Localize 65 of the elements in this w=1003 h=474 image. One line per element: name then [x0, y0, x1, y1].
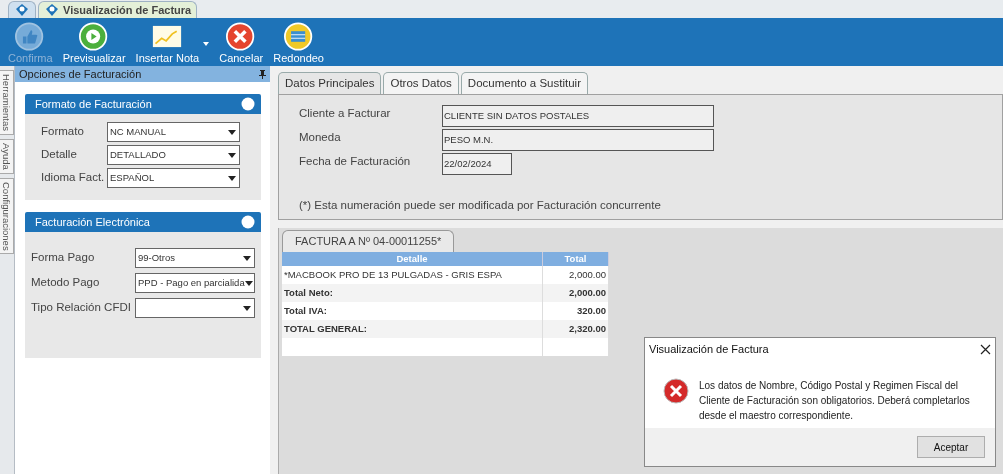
tab[interactable]: FACTURA A Nº 04-00011255* — [282, 230, 455, 252]
caret-icon — [245, 280, 254, 286]
coins-icon — [283, 22, 314, 51]
panel-title: Opciones de Facturación — [19, 66, 142, 82]
circle-icon — [241, 215, 255, 229]
window-tab[interactable] — [8, 1, 36, 18]
field-label: Idioma Fact. — [41, 170, 106, 186]
field-label: Fecha de Facturación — [299, 154, 412, 170]
field-label: Cliente a Facturar — [299, 106, 392, 122]
dialog-message: Los datos de Nombre, Código Postal y Regimen Fiscal del Cliente de Facturación son obligatorios. Deberá completarlos desde el maestro correspondiente. — [699, 379, 971, 423]
play-icon — [79, 22, 110, 51]
dropdown-field[interactable]: PPD - Pago en parcialida — [135, 273, 255, 293]
text-field[interactable]: CLIENTE SIN DATOS POSTALES — [442, 105, 714, 128]
note-text: (*) Esta numeración puede ser modificada por Facturación concurrente — [299, 198, 662, 214]
text-field[interactable]: 22/02/2024 — [442, 153, 512, 176]
caret-icon — [203, 42, 210, 46]
dropdown-field[interactable]: DETALLADO — [107, 145, 240, 165]
caret-icon — [228, 152, 236, 158]
window-tab[interactable]: Visualización de Factura — [38, 1, 198, 18]
caret-icon — [228, 129, 236, 135]
pin-icon — [259, 69, 266, 79]
side-tab[interactable]: Configuraciones — [0, 177, 14, 255]
dropdown-field[interactable]: ESPAÑOL — [107, 168, 240, 188]
field-label: Detalle — [41, 147, 78, 163]
caret-icon — [243, 255, 251, 261]
table-cell: 2,000.00 — [542, 284, 609, 302]
dropdown-button[interactable] — [203, 42, 210, 46]
dropdown-field[interactable]: 99-Otros — [135, 248, 255, 268]
tab[interactable]: Documento a Sustituir — [460, 72, 588, 95]
dialog-title: Visualización de Factura — [649, 341, 769, 357]
column-header: Total — [542, 251, 609, 266]
tab[interactable]: Datos Principales — [278, 72, 382, 95]
side-tab[interactable]: Ayuda — [0, 139, 14, 174]
toolbar-button[interactable]: Redondeo — [273, 22, 324, 65]
close-icon — [980, 343, 991, 355]
logo-icon — [44, 3, 60, 17]
dropdown-field[interactable]: NC MANUAL — [107, 122, 240, 142]
field-label: Forma Pago — [31, 250, 96, 266]
close-button[interactable] — [980, 343, 991, 355]
caret-icon — [228, 175, 236, 181]
group-title: Formato de Facturación — [35, 96, 152, 112]
text-field[interactable]: PESO M.N. — [442, 129, 714, 152]
thumbs-up-icon — [15, 22, 46, 51]
group-title: Facturación Electrónica — [35, 214, 150, 230]
side-tab[interactable]: Herramientas — [0, 70, 14, 136]
toolbar-button[interactable]: Insertar Nota — [135, 22, 200, 65]
table-cell: Total Neto: — [282, 284, 543, 302]
field-label: Tipo Relación CFDI — [31, 300, 132, 316]
field-label: Metodo Pago — [31, 275, 101, 291]
error-icon — [663, 378, 689, 404]
accept-button[interactable]: Aceptar — [917, 436, 985, 458]
toolbar-button[interactable]: Cancelar — [219, 22, 264, 65]
dropdown-field[interactable] — [135, 298, 255, 318]
table-cell: TOTAL GENERAL: — [282, 320, 543, 338]
field-label: Moneda — [299, 130, 342, 146]
toolbar-button[interactable]: Previsualizar — [62, 22, 126, 65]
circle-icon — [241, 97, 255, 111]
caret-icon — [243, 305, 251, 311]
table-cell: 2,320.00 — [542, 320, 609, 338]
field-label: Formato — [41, 124, 85, 140]
column-header: Detalle — [282, 251, 543, 266]
tab[interactable]: Otros Datos — [383, 72, 459, 95]
close-icon — [226, 22, 257, 51]
logo-icon — [14, 3, 30, 17]
pin-button[interactable] — [259, 69, 266, 79]
